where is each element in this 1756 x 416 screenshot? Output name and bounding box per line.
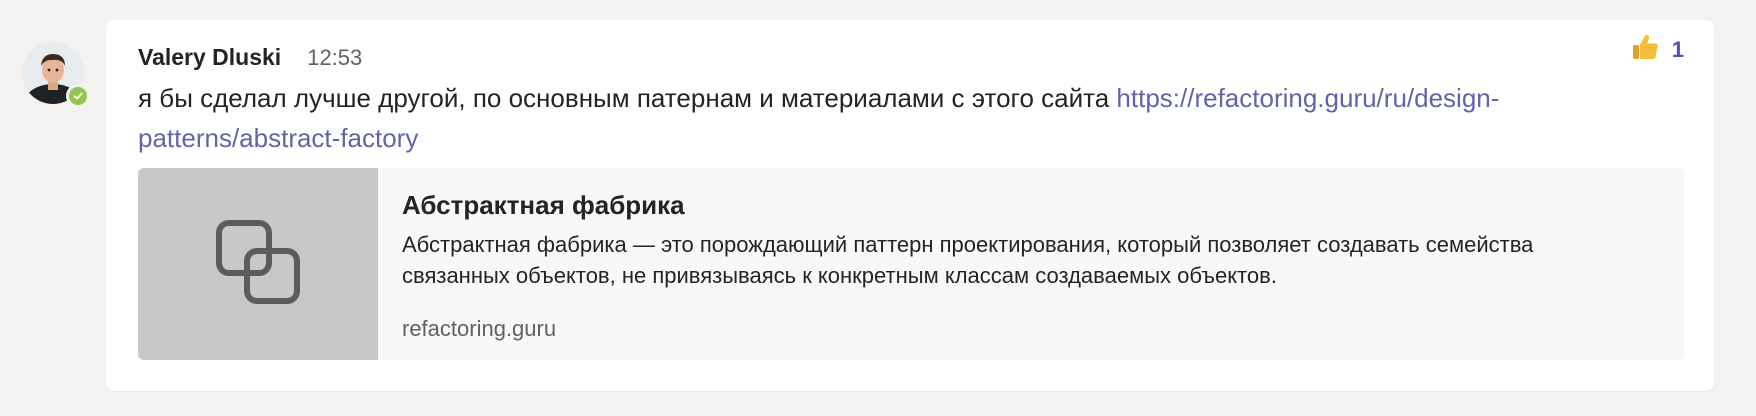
- link-icon: [216, 219, 300, 309]
- link-preview-domain: refactoring.guru: [402, 316, 557, 341]
- message-timestamp: 12:53: [307, 45, 363, 70]
- link-preview-description: Абстрактная фабрика — это порождающий па…: [402, 232, 1534, 288]
- link-preview-title[interactable]: Абстрактная фабрика: [402, 190, 1660, 221]
- presence-available-icon: [66, 84, 90, 108]
- avatar[interactable]: [22, 42, 90, 108]
- thumbs-up-icon: [1630, 32, 1660, 67]
- link-preview-card[interactable]: Абстрактная фабрика Абстрактная фабрика …: [138, 168, 1684, 360]
- message-header: Valery Dluski 12:53: [138, 44, 362, 71]
- link-preview-thumbnail: [138, 168, 378, 360]
- message-text: я бы сделал лучше другой, по основным па…: [138, 83, 1117, 113]
- reaction-count: 1: [1671, 36, 1684, 62]
- reaction-like[interactable]: 1: [1630, 32, 1684, 67]
- message-card[interactable]: Valery Dluski 12:53 1 я бы сделал лучше …: [106, 20, 1714, 391]
- link-preview-body: Абстрактная фабрика Абстрактная фабрика …: [378, 168, 1684, 360]
- message-body: я бы сделал лучше другой, по основным па…: [138, 78, 1698, 158]
- author-name[interactable]: Valery Dluski: [138, 44, 281, 71]
